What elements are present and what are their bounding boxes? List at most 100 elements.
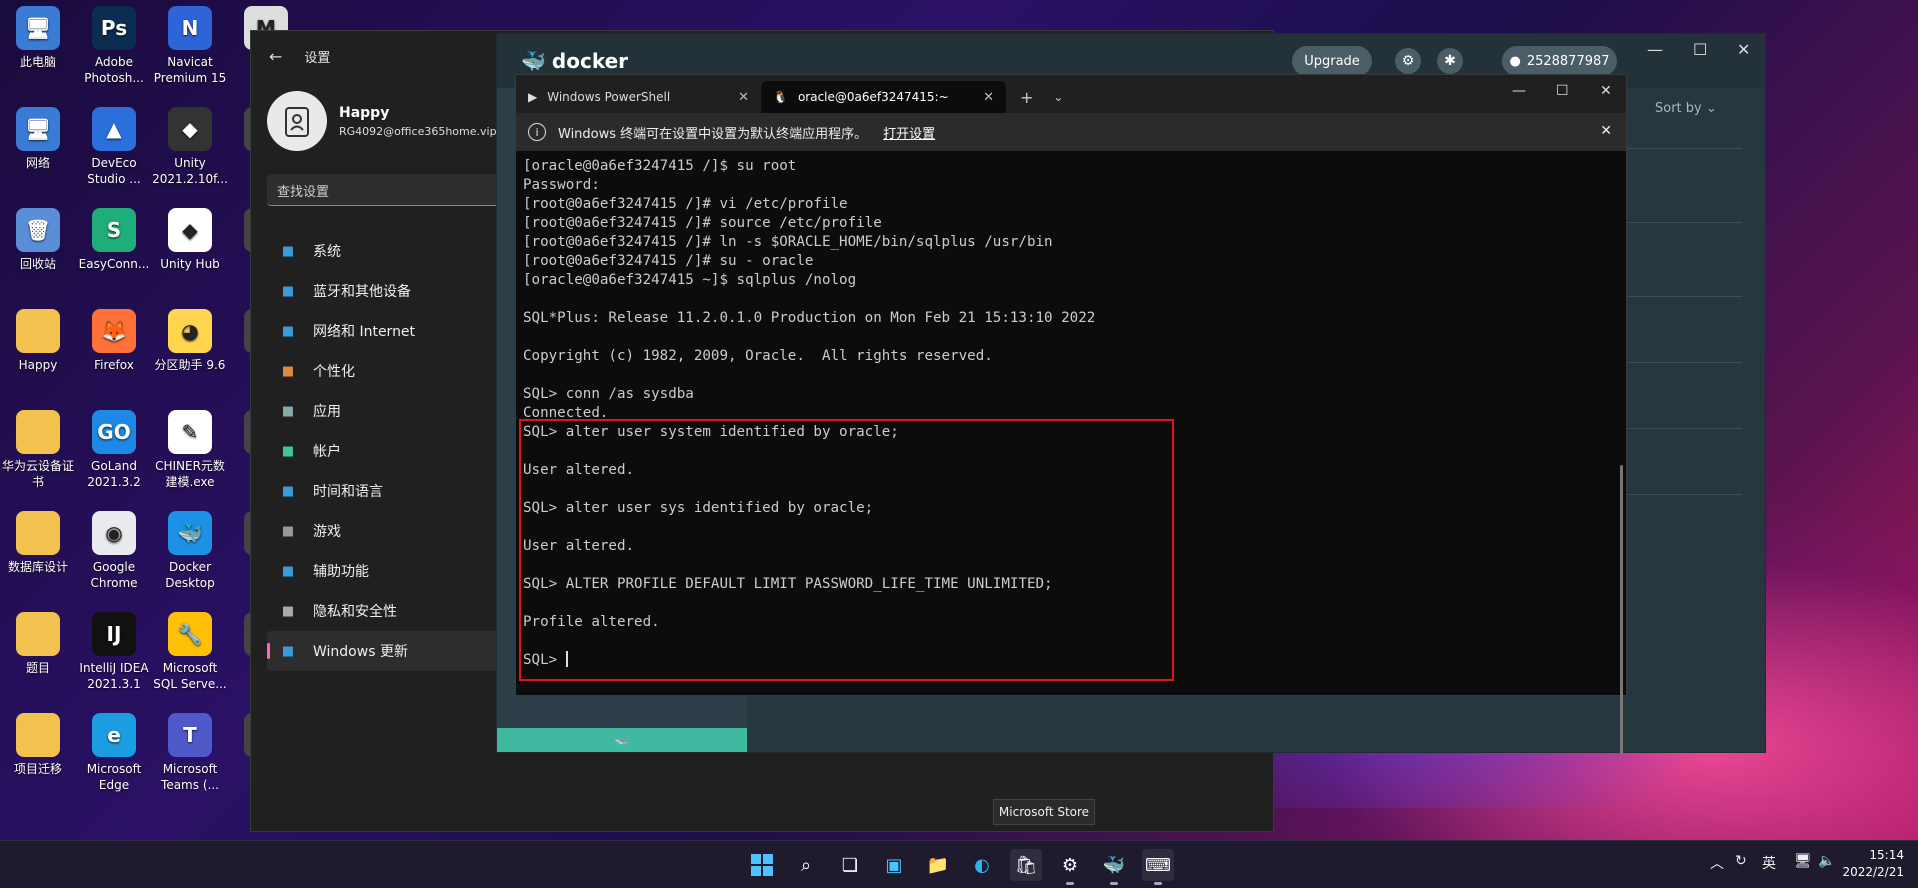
settings-nav-item[interactable]: ■ 蓝牙和其他设备 bbox=[267, 271, 527, 311]
settings-nav-label: 辅助功能 bbox=[313, 564, 369, 580]
desktop-icon[interactable]: ◕ 分区助手 9.6 bbox=[152, 303, 228, 373]
gear-icon[interactable]: ⚙ bbox=[1395, 48, 1421, 74]
tooltip: Microsoft Store bbox=[993, 799, 1095, 825]
network-icon[interactable]: 🖥 bbox=[1794, 853, 1812, 869]
desktop-icon[interactable]: N Navicat Premium 15 bbox=[152, 0, 228, 86]
settings-nav-item[interactable]: ■ 帐户 bbox=[267, 431, 527, 471]
gamepad-icon: ■ bbox=[281, 523, 295, 539]
sort-by-dropdown[interactable]: Sort by ⌄ bbox=[1655, 101, 1717, 116]
close-icon[interactable]: ✕ bbox=[738, 90, 749, 105]
desktop-icon[interactable]: S EasyConn... bbox=[76, 202, 152, 272]
minimize-button[interactable]: — bbox=[1647, 40, 1663, 59]
desktop-icon-label: DevEco Studio ... bbox=[87, 156, 141, 186]
desktop-icon[interactable]: 🦊 Firefox bbox=[76, 303, 152, 373]
close-button[interactable]: ✕ bbox=[1737, 40, 1750, 59]
close-icon[interactable]: ✕ bbox=[1600, 123, 1612, 139]
maximize-button[interactable]: ☐ bbox=[1556, 83, 1569, 99]
new-tab-button[interactable]: + bbox=[1020, 81, 1033, 113]
search-icon[interactable]: ⌕ bbox=[790, 849, 822, 881]
desktop-icon[interactable]: ◆ Unity 2021.2.10f... bbox=[152, 101, 228, 187]
desktop-icon[interactable]: 华为云设备证书 bbox=[0, 404, 76, 490]
file-explorer-icon[interactable]: 📁 bbox=[922, 849, 954, 881]
desktop-icon-label: Unity 2021.2.10f... bbox=[152, 156, 228, 186]
desktop-icon[interactable]: 题目 bbox=[0, 606, 76, 676]
settings-nav-item[interactable]: ■ 时间和语言 bbox=[267, 471, 527, 511]
desktop-icon-label: CHINER元数建模.exe bbox=[155, 459, 225, 489]
bluetooth-icon: ■ bbox=[281, 283, 295, 299]
settings-nav-item[interactable]: ■ 网络和 Internet bbox=[267, 311, 527, 351]
task-view-icon[interactable]: ❏ bbox=[834, 849, 866, 881]
desktop-icon[interactable]: e Microsoft Edge bbox=[76, 707, 152, 793]
settings-nav-item[interactable]: ■ 个性化 bbox=[267, 351, 527, 391]
desktop-icon[interactable]: 🖥 网络 bbox=[0, 101, 76, 171]
desktop-icon-label: 回收站 bbox=[19, 257, 56, 271]
desktop-icon-label: 网络 bbox=[25, 156, 50, 170]
app-icon: 🖥 bbox=[16, 6, 60, 50]
desktop-icon[interactable]: Happy bbox=[0, 303, 76, 373]
settings-nav-item[interactable]: ■ 应用 bbox=[267, 391, 527, 431]
desktop-icon-label: Microsoft SQL Serve... bbox=[153, 661, 227, 691]
chevron-down-icon[interactable]: ⌄ bbox=[1053, 81, 1063, 113]
store-icon[interactable]: 🛍 bbox=[1010, 849, 1042, 881]
chevron-up-icon[interactable]: ︿ bbox=[1710, 853, 1724, 873]
desktop-icon[interactable]: ✎ CHINER元数建模.exe bbox=[152, 404, 228, 490]
desktop-icon[interactable]: 🔧 Microsoft SQL Serve... bbox=[152, 606, 228, 692]
settings-nav-item[interactable]: ■ 系统 bbox=[267, 231, 527, 271]
monitor-icon: ■ bbox=[281, 243, 295, 259]
settings-nav-item[interactable]: ■ 辅助功能 bbox=[267, 551, 527, 591]
sync-icon[interactable]: ↻ bbox=[1735, 853, 1747, 869]
widgets-icon[interactable]: ▣ bbox=[878, 849, 910, 881]
tab-oracle[interactable]: 🐧 oracle@0a6ef3247415:~ ✕ bbox=[761, 81, 1006, 113]
console-line: [root@0a6ef3247415 /]# su - oracle bbox=[523, 253, 814, 269]
info-icon: i bbox=[528, 123, 546, 141]
search-input[interactable]: 查找设置 bbox=[267, 174, 527, 206]
profile[interactable]: Happy RG4092@office365home.vip bbox=[267, 91, 497, 151]
close-icon[interactable]: ✕ bbox=[983, 90, 994, 105]
minimize-button[interactable]: — bbox=[1512, 83, 1526, 99]
start-icon[interactable] bbox=[746, 849, 778, 881]
settings-nav-label: 时间和语言 bbox=[313, 484, 383, 500]
maximize-button[interactable]: ☐ bbox=[1693, 40, 1707, 59]
open-settings-link[interactable]: 打开设置 bbox=[883, 123, 935, 142]
settings-nav-item[interactable]: ■ 隐私和安全性 bbox=[267, 591, 527, 631]
desktop-icon[interactable]: ◆ Unity Hub bbox=[152, 202, 228, 272]
desktop-icon[interactable]: 🖥 此电脑 bbox=[0, 0, 76, 70]
app-icon bbox=[16, 511, 60, 555]
upgrade-button[interactable]: Upgrade bbox=[1292, 46, 1372, 76]
desktop-icon[interactable]: 数据库设计 bbox=[0, 505, 76, 575]
console-line: SQL*Plus: Release 11.2.0.1.0 Production … bbox=[523, 310, 1096, 326]
desktop-icon[interactable]: 🐳 Docker Desktop bbox=[152, 505, 228, 591]
app-icon: ◉ bbox=[92, 511, 136, 555]
settings-nav-item[interactable]: ■ 游戏 bbox=[267, 511, 527, 551]
tab-powershell[interactable]: ▶ Windows PowerShell ✕ bbox=[516, 81, 761, 113]
desktop-icon[interactable]: IJ IntelliJ IDEA 2021.3.1 bbox=[76, 606, 152, 692]
settings-nav-item[interactable]: ■ Windows 更新 bbox=[267, 631, 527, 671]
desktop-icon[interactable]: Ps Adobe Photosh... bbox=[76, 0, 152, 86]
desktop-icon[interactable]: 项目迁移 bbox=[0, 707, 76, 777]
clock[interactable]: 15:14 2022/2/21 bbox=[1842, 847, 1904, 881]
clock-icon: ■ bbox=[281, 483, 295, 499]
profile-name: Happy bbox=[339, 104, 390, 121]
account-button[interactable]: ● 2528877987 bbox=[1502, 46, 1617, 76]
desktop-icon[interactable]: 🗑 回收站 bbox=[0, 202, 76, 272]
back-arrow-icon[interactable]: ← bbox=[269, 47, 282, 66]
ime-indicator[interactable]: 英 bbox=[1762, 853, 1776, 873]
scrollbar[interactable] bbox=[1620, 465, 1623, 755]
desktop-icon-label: 项目迁移 bbox=[13, 762, 62, 776]
docker-app-icon[interactable]: 🐳 bbox=[1098, 849, 1130, 885]
edge-icon[interactable]: ◐ bbox=[966, 849, 998, 881]
desktop-icon[interactable]: T Microsoft Teams (... bbox=[152, 707, 228, 793]
volume-icon[interactable]: 🔈 bbox=[1818, 853, 1835, 869]
console-line: Copyright (c) 1982, 2009, Oracle. All ri… bbox=[523, 348, 993, 364]
terminal-app-icon[interactable]: ⌨ bbox=[1142, 849, 1174, 885]
bug-icon[interactable]: ✱ bbox=[1437, 48, 1463, 74]
desktop-icon-label: GoLand 2021.3.2 bbox=[87, 459, 141, 489]
desktop-icon[interactable]: GO GoLand 2021.3.2 bbox=[76, 404, 152, 490]
console-line: [root@0a6ef3247415 /]# source /etc/profi… bbox=[523, 215, 882, 231]
close-button[interactable]: ✕ bbox=[1600, 83, 1612, 99]
desktop-icon-label: Unity Hub bbox=[160, 257, 220, 271]
settings-nav-label: 网络和 Internet bbox=[313, 324, 416, 340]
desktop-icon[interactable]: ◉ Google Chrome bbox=[76, 505, 152, 591]
desktop-icon[interactable]: ▲ DevEco Studio ... bbox=[76, 101, 152, 187]
settings-app-icon[interactable]: ⚙ bbox=[1054, 849, 1086, 885]
